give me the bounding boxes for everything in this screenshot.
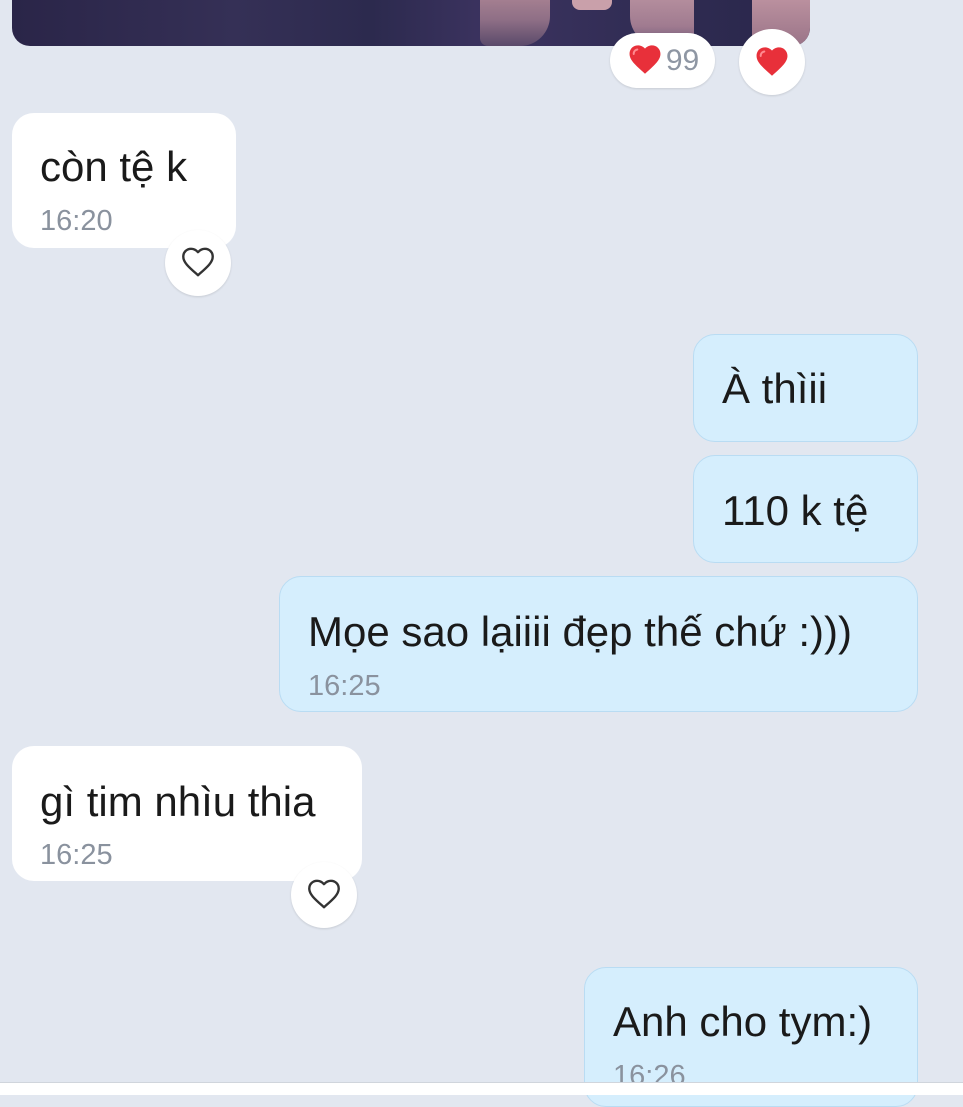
- like-button[interactable]: [291, 862, 357, 928]
- like-button[interactable]: [165, 230, 231, 296]
- message-text: còn tệ k: [40, 143, 188, 190]
- photo-detail: [572, 0, 612, 10]
- message-text: 110 k tệ: [722, 487, 869, 534]
- message-time: 16:25: [308, 670, 381, 702]
- incoming-message[interactable]: gì tim nhìu thia 16:25: [12, 746, 362, 881]
- message-time: 16:20: [40, 205, 113, 237]
- heart-outline-icon: [179, 243, 217, 284]
- message-text: À thìii: [722, 365, 828, 412]
- photo-detail: [480, 0, 550, 46]
- message-text: gì tim nhìu thia: [40, 778, 316, 825]
- outgoing-message[interactable]: 110 k tệ: [693, 455, 918, 563]
- message-text: Anh cho tym:): [613, 998, 873, 1045]
- reaction-count: 99: [665, 43, 700, 77]
- message-time: 16:25: [40, 839, 113, 871]
- incoming-message[interactable]: còn tệ k 16:20: [12, 113, 236, 248]
- input-bar[interactable]: [0, 1082, 963, 1095]
- heart-filled-icon: [626, 41, 664, 80]
- message-text: Mọe sao lạiiii đẹp thế chứ :))): [308, 608, 853, 655]
- heart-outline-icon: [305, 875, 343, 916]
- react-heart-button[interactable]: [739, 29, 805, 95]
- outgoing-message[interactable]: À thìii: [693, 334, 918, 442]
- heart-filled-icon: [753, 43, 791, 82]
- outgoing-message[interactable]: Mọe sao lạiiii đẹp thế chứ :))) 16:25: [279, 576, 918, 712]
- reaction-summary[interactable]: 99: [610, 33, 715, 88]
